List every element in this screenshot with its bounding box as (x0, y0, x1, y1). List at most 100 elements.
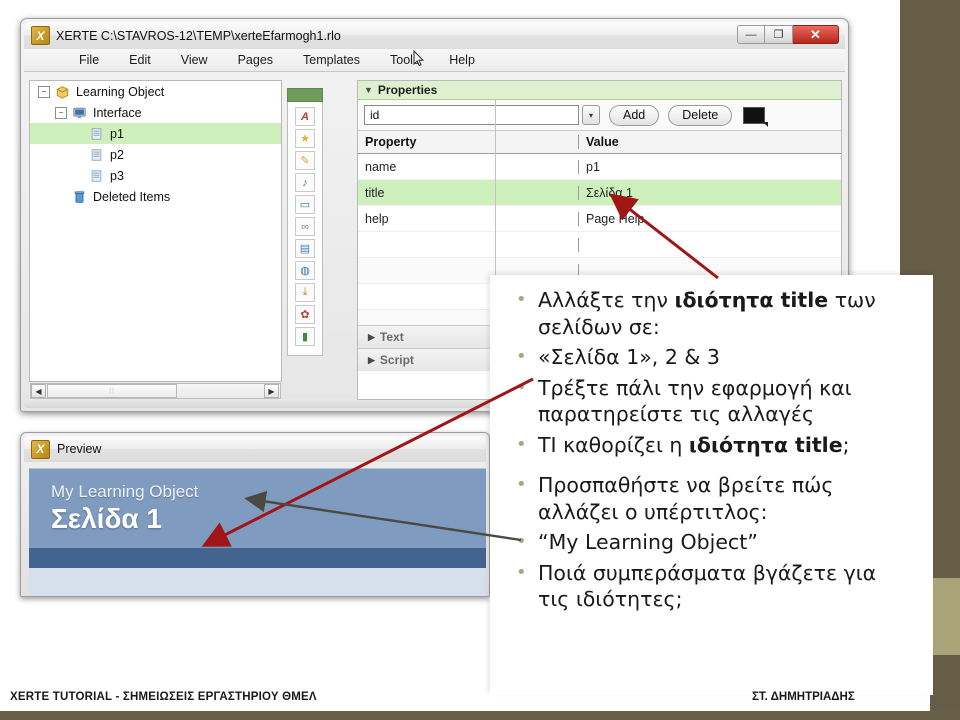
page-icon (91, 148, 102, 161)
menu-item-pages[interactable]: Pages (223, 53, 288, 67)
color-picker-swatch[interactable] (743, 106, 769, 127)
minimize-button[interactable]: — (737, 25, 765, 44)
display-tool-icon[interactable]: ▭ (295, 195, 315, 214)
link-tool-icon[interactable]: ∞ (295, 217, 315, 236)
bullet-text-2: Τρέξτε πάλι την εφαρμογή και παρατηρείστ… (538, 375, 852, 427)
table-row[interactable]: title Σελίδα 1 (358, 180, 841, 206)
globe-tool-icon[interactable]: ◍ (295, 261, 315, 280)
xerte-app-icon: X (31, 439, 50, 459)
cell-property: help (365, 211, 389, 226)
tree-item-p1[interactable]: p1 (30, 123, 281, 144)
table-row[interactable]: help Page Help (358, 206, 841, 232)
table-row[interactable]: name p1 (358, 154, 841, 180)
expander-icon[interactable]: − (55, 106, 67, 119)
new-page-tool-icon[interactable]: ★ (295, 129, 315, 148)
download-tool-icon[interactable]: ⤓ (295, 283, 315, 302)
bullet-text-6: Ποιά συμπεράσματα βγάζετε για τις ιδιότη… (538, 560, 877, 612)
decor-footer-line (0, 711, 960, 720)
tree-item-interface[interactable]: − Interface (30, 102, 281, 123)
tree-item-label: Interface (93, 105, 142, 120)
preview-page-title: Σελίδα 1 (51, 503, 162, 534)
xerte-title-bar[interactable]: X XERTE C:\STAVROS-12\TEMP\xerteEfarmogh… (24, 22, 845, 49)
palette-tool-icon[interactable]: ✿ (295, 305, 315, 324)
trash-icon (74, 190, 85, 203)
tree-item-p2[interactable]: p2 (30, 144, 281, 165)
menu-item-templates[interactable]: Templates (288, 53, 375, 67)
property-id-input[interactable]: id (364, 105, 579, 125)
preview-content-area: My Learning Object Σελίδα 1 (29, 468, 486, 596)
list-item: Αλλάξτε την ιδιότητα title των σελίδων σ… (516, 287, 913, 340)
cell-value[interactable]: Σελίδα 1 (578, 185, 841, 200)
menu-item-help[interactable]: Help (434, 53, 490, 67)
cell-value[interactable]: Page Help (578, 211, 841, 226)
preview-navigation-bar[interactable] (29, 548, 486, 568)
tree-item-label: Learning Object (76, 84, 165, 99)
cell-property: name (365, 159, 397, 174)
section-script-header[interactable]: ▶ Script (358, 348, 496, 371)
preview-banner: My Learning Object Σελίδα 1 (29, 469, 486, 548)
delete-property-button[interactable]: Delete (668, 104, 733, 126)
properties-toolbar: id ▾ Add Delete (358, 100, 841, 131)
expander-icon[interactable]: − (38, 85, 50, 98)
scrollbar-thumb[interactable]: ⦙⦙ (47, 384, 177, 398)
scroll-right-arrow-icon[interactable]: ▶ (264, 384, 279, 398)
preview-title-bar[interactable]: X Preview (24, 436, 486, 462)
properties-panel-header[interactable]: ▼ Properties (358, 81, 841, 100)
decor-bar-right-olive (930, 578, 960, 660)
footer-left-text: XERTE TUTORIAL - ΣΗΜΕΙΩΣΕΙΣ ΕΡΓΑΣΤΗΡΙΟΥ … (10, 691, 317, 703)
page-icon (91, 169, 102, 182)
maximize-button[interactable]: ❐ (765, 25, 793, 44)
chart-tool-icon[interactable]: ▮ (295, 327, 315, 346)
bullet-text-4: Προσπαθήστε να βρείτε πώς αλλάζει ο υπέρ… (538, 473, 834, 524)
xerte-app-icon: X (31, 26, 50, 45)
font-tool-icon[interactable]: A (295, 107, 315, 126)
bullet-text-5: “My Learning Object” (538, 530, 758, 554)
table-row-empty: .. (358, 232, 841, 258)
section-text-header[interactable]: ▶ Text (358, 325, 496, 348)
list-item: Ποιά συμπεράσματα βγάζετε για τις ιδιότη… (516, 560, 913, 613)
list-item: ΤΙ καθορίζει η ιδιότητα title; (516, 432, 913, 459)
add-property-button[interactable]: Add (609, 104, 660, 126)
menu-item-view[interactable]: View (166, 53, 223, 67)
tree-item-label: p1 (110, 126, 124, 141)
chevron-down-icon[interactable]: ▼ (364, 85, 373, 95)
menu-item-file[interactable]: File (64, 53, 114, 67)
window-title: XERTE C:\STAVROS-12\TEMP\xerteEfarmogh1.… (56, 28, 341, 43)
section-label: Script (379, 353, 414, 367)
screen-icon (73, 107, 86, 118)
column-header-property: Property (365, 135, 417, 149)
bullet-text-0: Αλλάξτε την ιδιότητα title των σελίδων σ… (538, 288, 876, 339)
close-button[interactable]: ✕ (793, 25, 839, 44)
properties-panel-title: Properties (377, 83, 438, 97)
tree-item-learning-object[interactable]: − Learning Object (30, 81, 281, 102)
audio-tool-icon[interactable]: ♪ (295, 173, 315, 192)
cell-property: title (365, 185, 385, 200)
bullet-text-1: «Σελίδα 1», 2 & 3 (538, 345, 720, 369)
footer-right-text: ΣΤ. ΔΗΜΗΤΡΙΑΔΗΣ (752, 691, 855, 703)
cell-value[interactable]: p1 (578, 159, 841, 174)
tree-item-label: Deleted Items (93, 189, 171, 204)
page-icon (91, 127, 102, 140)
toolbar-header-band (287, 88, 323, 102)
properties-table-header: Property Value (358, 131, 841, 154)
chevron-down-icon[interactable]: ▾ (582, 105, 600, 125)
chevron-right-icon[interactable]: ▶ (368, 355, 375, 366)
insert-tools-toolbar[interactable]: A ★ ✎ ♪ ▭ ∞ ▤ ◍ ⤓ ✿ ▮ (287, 88, 323, 356)
bullet-list: Αλλάξτε την ιδιότητα title των σελίδων σ… (490, 275, 933, 613)
menu-item-tools[interactable]: Tools (375, 53, 434, 67)
tree-horizontal-scrollbar[interactable]: ◀ ⦙⦙ ▶ (30, 383, 281, 399)
menu-item-edit[interactable]: Edit (114, 53, 166, 67)
section-label: Text (379, 330, 404, 344)
tree-item-p3[interactable]: p3 (30, 165, 281, 186)
list-tool-icon[interactable]: ▤ (295, 239, 315, 258)
slide-canvas: X XERTE C:\STAVROS-12\TEMP\xerteEfarmogh… (0, 0, 960, 720)
instruction-text-card: Αλλάξτε την ιδιότητα title των σελίδων σ… (490, 275, 933, 695)
edit-tool-icon[interactable]: ✎ (295, 151, 315, 170)
preview-body-area (29, 568, 486, 596)
tree-item-deleted-items[interactable]: Deleted Items (30, 186, 281, 207)
scroll-left-arrow-icon[interactable]: ◀ (31, 384, 46, 398)
preview-window-title: Preview (57, 442, 102, 456)
menu-bar: File Edit View Pages Templates Tools Hel… (24, 49, 845, 72)
learning-object-tree[interactable]: − Learning Object − Interface p1 p2 p3 D… (29, 80, 282, 382)
chevron-right-icon[interactable]: ▶ (368, 332, 375, 343)
